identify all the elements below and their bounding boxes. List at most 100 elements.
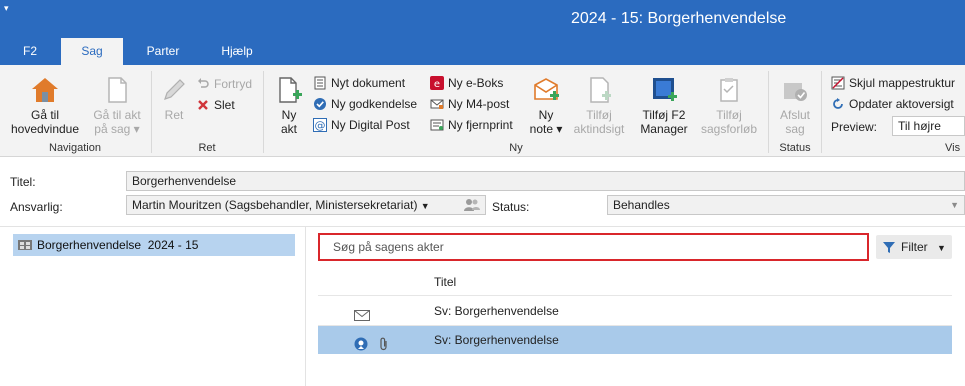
tab-hjaelp[interactable]: Hjælp: [206, 38, 268, 65]
tab-f2[interactable]: F2: [0, 38, 60, 65]
delete-button[interactable]: Slet: [196, 96, 235, 116]
go-main-label-1: Gå til: [30, 108, 59, 122]
pane-divider[interactable]: [305, 227, 306, 386]
group-label-status: Status: [779, 142, 811, 154]
quick-access-chevron-icon[interactable]: ▾: [4, 3, 9, 14]
new-approval-label: Ny godkendelse: [331, 97, 418, 111]
add-case-flow-label-1: Tilføj: [716, 108, 742, 122]
tab-sag[interactable]: Sag: [61, 38, 123, 65]
close-case-icon: [784, 83, 807, 101]
group-divider: [821, 71, 822, 153]
f2-manager-icon: [653, 78, 677, 101]
access-document-icon: [590, 77, 611, 103]
new-eboks-button[interactable]: e Ny e-Boks: [430, 74, 503, 94]
go-act-button[interactable]: Gå til akt på sag ▾: [88, 75, 146, 136]
responsible-select[interactable]: Martin Mouritzen (Sagsbehandler, Ministe…: [126, 195, 486, 215]
new-note-label-2: note ▾: [529, 122, 563, 136]
group-divider: [263, 71, 264, 153]
funnel-icon: [882, 238, 896, 253]
new-digital-post-button[interactable]: @ Ny Digital Post: [313, 116, 410, 136]
eboks-icon: e: [430, 76, 444, 90]
go-act-label-2: på sag ▾: [94, 122, 140, 136]
filter-label: Filter: [901, 240, 928, 254]
new-document-icon: [279, 77, 302, 103]
new-note-button[interactable]: Ny note ▾: [526, 75, 566, 136]
new-note-label-1: Ny: [538, 108, 554, 122]
digital-post-at-icon: @: [313, 118, 327, 132]
title-field[interactable]: Borgerhenvendelse: [126, 171, 965, 191]
pencil-icon: [164, 79, 185, 100]
approval-check-icon: [313, 97, 327, 111]
add-access-label-1: Tilføj: [586, 108, 612, 122]
case-form: Titel: Borgerhenvendelse Ansvarlig: Mart…: [0, 158, 965, 228]
refresh-act-overview-button[interactable]: Opdater aktoversigt: [831, 95, 954, 115]
hide-folder-structure-toggle[interactable]: Skjul mappestruktur: [831, 74, 955, 94]
responsible-label: Ansvarlig:: [10, 200, 63, 214]
new-m4-post-label: Ny M4-post: [448, 97, 510, 111]
column-header-title[interactable]: Titel: [434, 275, 456, 289]
edit-button[interactable]: Ret: [156, 75, 192, 122]
new-approval-button[interactable]: Ny godkendelse: [313, 95, 417, 115]
preview-select[interactable]: Til højre: [892, 116, 965, 136]
remote-print-icon: [430, 118, 444, 132]
hide-folder-icon: [831, 76, 845, 90]
status-label: Status:: [492, 200, 530, 214]
delete-label: Slet: [214, 98, 235, 112]
table-row[interactable]: Sv: Borgerhenvendelse: [318, 297, 952, 325]
filter-chevron-icon: ▼: [937, 243, 946, 253]
group-label-ret: Ret: [198, 142, 216, 154]
act-search-box[interactable]: [318, 233, 869, 261]
title-bar: ▾ 2024 - 15: Borgerhenvendelse: [0, 0, 965, 38]
divider: [0, 226, 965, 227]
new-document-label: Nyt dokument: [331, 76, 406, 90]
undo-label: Fortryd: [214, 77, 253, 91]
title-label: Titel:: [10, 175, 36, 189]
clipboard-icon: [720, 78, 738, 102]
ribbon-tabs: F2 Sag Parter Hjælp: [0, 38, 965, 65]
note-envelope-icon: [534, 78, 559, 100]
go-main-label-2: hovedvindue: [10, 122, 80, 136]
add-access-label-2: aktindsigt: [573, 122, 625, 136]
close-case-label-2: sag: [785, 122, 805, 136]
add-access-button[interactable]: Tilføj aktindsigt: [570, 75, 628, 136]
new-document-button[interactable]: Nyt dokument: [313, 74, 405, 94]
add-case-flow-label-2: sagsforløb: [700, 122, 758, 136]
group-divider: [151, 71, 152, 153]
row-title: Sv: Borgerhenvendelse: [434, 333, 559, 347]
group-label-ny: Ny: [509, 142, 523, 154]
go-main-window-button[interactable]: Gå til hovedvindue: [6, 75, 84, 136]
users-icon[interactable]: [464, 197, 480, 218]
undo-icon: [196, 77, 210, 91]
search-input[interactable]: [320, 235, 867, 259]
chevron-down-icon: ▼: [950, 200, 959, 210]
new-act-label-2: akt: [280, 122, 297, 136]
tree-item-label: Borgerhenvendelse 2024 - 15: [37, 238, 199, 252]
dropdown-arrow-icon: ▼: [420, 201, 430, 211]
tab-parter[interactable]: Parter: [132, 38, 194, 65]
add-f2-label-1: Tilføj F2: [642, 108, 686, 122]
close-case-button[interactable]: Afslut sag: [775, 75, 815, 136]
edit-label: Ret: [164, 108, 184, 122]
close-case-label-1: Afslut: [779, 108, 810, 122]
undo-button[interactable]: Fortryd: [196, 75, 252, 95]
new-remote-print-button[interactable]: Ny fjernprint: [430, 116, 513, 136]
house-icon: [32, 78, 58, 102]
table-row-selected[interactable]: Sv: Borgerhenvendelse: [318, 326, 952, 354]
add-f2-manager-button[interactable]: Tilføj F2 Manager: [636, 75, 692, 136]
group-label-navigation: Navigation: [49, 142, 101, 154]
go-act-label-1: Gå til akt: [93, 108, 141, 122]
hide-folder-structure-label: Skjul mappestruktur: [849, 76, 956, 90]
responsible-value: Martin Mouritzen (Sagsbehandler, Ministe…: [132, 198, 418, 212]
add-case-flow-button[interactable]: Tilføj sagsforløb: [698, 75, 760, 136]
svg-text:e: e: [434, 79, 440, 90]
approval-seal-icon: [354, 333, 368, 361]
envelope-icon: [430, 97, 444, 111]
group-divider: [768, 71, 769, 153]
new-m4-post-button[interactable]: Ny M4-post: [430, 95, 509, 115]
new-act-button[interactable]: Ny akt: [270, 75, 308, 136]
case-folder-icon: [18, 236, 32, 250]
status-select[interactable]: Behandles ▼: [607, 195, 965, 215]
filter-button[interactable]: Filter ▼: [876, 235, 952, 259]
tree-item-case[interactable]: Borgerhenvendelse 2024 - 15: [13, 234, 295, 256]
header-divider: [318, 295, 952, 296]
